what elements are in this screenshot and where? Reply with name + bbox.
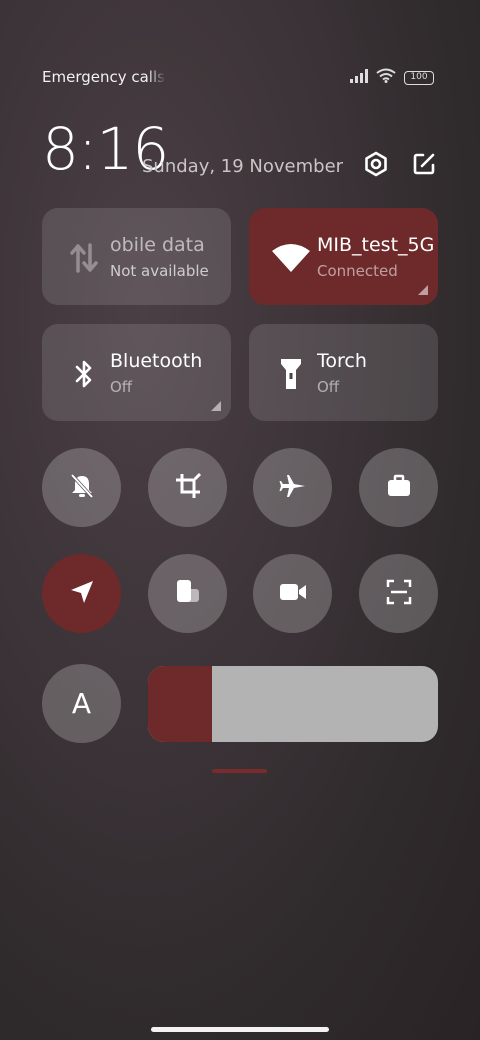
floating-window-toggle[interactable] [148,554,227,633]
signal-icon [350,68,368,87]
edit-icon[interactable] [410,150,438,178]
torch-title: Torch [317,350,367,372]
mobile-data-title: obile data [110,234,205,256]
briefcase-icon [385,472,413,504]
battery-icon: 100 [404,70,434,85]
brightness-slider-fill [148,666,212,742]
brightness-slider[interactable] [148,666,438,742]
status-bar [0,0,480,40]
bluetooth-subtitle: Off [110,378,133,396]
screen-record-toggle[interactable] [253,554,332,633]
bluetooth-title: Bluetooth [110,350,203,372]
bluetooth-expand-corner[interactable] [211,401,221,411]
clock-date: Sunday, 19 November [142,156,344,177]
auto-brightness-button[interactable]: A [42,664,121,743]
mobile-data-subtitle: Not available [110,262,209,280]
location-toggle[interactable] [42,554,121,633]
video-camera-icon [278,580,308,608]
wifi-title: MIB_test_5G [317,234,435,256]
mobile-data-tile[interactable]: obile data Not available [42,208,231,305]
wifi-subtitle: Connected [317,262,398,280]
status-icons: 100 [350,68,434,87]
wifi-status-icon [376,68,396,87]
floating-window-icon [173,577,203,611]
bluetooth-tile[interactable]: Bluetooth Off [42,324,231,421]
airplane-toggle[interactable] [253,448,332,527]
torch-subtitle: Off [317,378,340,396]
auto-brightness-label: A [71,687,92,720]
crop-icon [173,471,203,505]
location-arrow-icon [68,578,96,610]
wifi-icon [271,238,311,278]
carrier-status-text: Emergency calls o [42,68,166,86]
bell-off-icon [67,471,97,505]
screenshot-toggle[interactable] [148,448,227,527]
torch-icon [271,354,311,394]
gear-icon[interactable] [362,150,390,178]
scan-icon [385,578,413,610]
wifi-expand-corner[interactable] [418,285,428,295]
mobile-data-icon [64,238,104,278]
torch-tile[interactable]: Torch Off [249,324,438,421]
mute-toggle[interactable] [42,448,121,527]
work-toggle[interactable] [359,448,438,527]
bluetooth-icon [64,354,104,394]
scanner-toggle[interactable] [359,554,438,633]
page-indicator [212,769,267,773]
airplane-icon [279,472,307,504]
wifi-tile[interactable]: MIB_test_5G Connected [249,208,438,305]
home-indicator-bar[interactable] [151,1027,329,1032]
